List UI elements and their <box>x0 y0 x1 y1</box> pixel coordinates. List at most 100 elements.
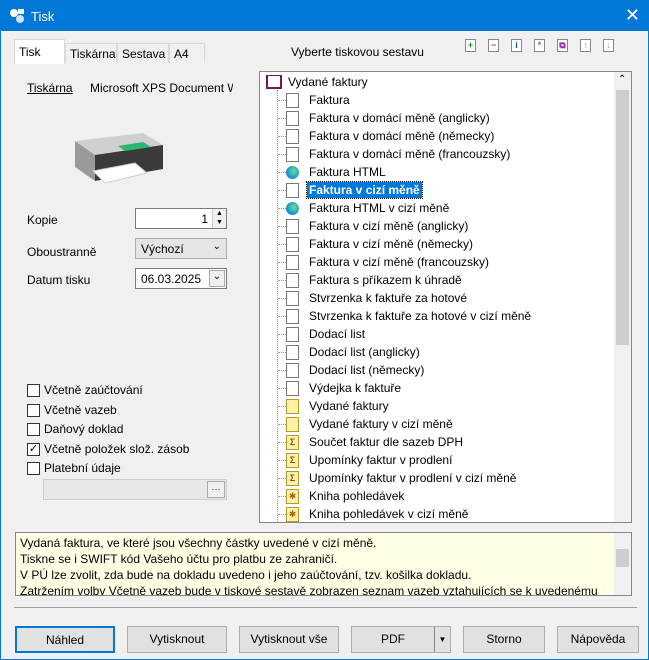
copies-label: Kopie <box>27 213 58 227</box>
printer-link[interactable]: Tiskárna <box>27 81 73 95</box>
print-all-button[interactable]: Vytisknout vše <box>239 626 339 653</box>
checkbox[interactable] <box>27 384 40 397</box>
tree-item[interactable]: Dodací list <box>278 325 367 343</box>
tree-item[interactable]: ✱ Kniha pohledávek <box>278 487 406 505</box>
checkbox[interactable] <box>27 403 40 417</box>
help-button[interactable]: Nápověda <box>557 626 639 653</box>
preview-button[interactable]: Náhled <box>15 626 115 653</box>
document-icon <box>286 182 299 198</box>
description-line: Zatržením volby Včetně vazeb bude v tisk… <box>20 584 598 596</box>
copy-icon[interactable]: ⧉ <box>557 39 568 52</box>
sum-icon: Σ <box>286 470 299 486</box>
print-button[interactable]: Vytisknout <box>127 626 227 653</box>
tree-item[interactable]: Faktura v domácí měně (anglicky) <box>278 109 492 127</box>
date-picker[interactable]: 06.03.2025 ⌄ <box>135 268 227 289</box>
tree-item-label: Faktura v domácí měně (německy) <box>309 129 495 143</box>
scroll-up-icon[interactable]: ⌃ <box>618 74 626 85</box>
copies-value: 1 <box>201 212 208 226</box>
yellow-document-icon <box>286 416 299 432</box>
tree-item[interactable]: Faktura <box>278 91 352 109</box>
tab-sestava[interactable]: Sestava <box>117 43 169 63</box>
scroll-thumb[interactable] <box>616 549 629 567</box>
move-up-icon[interactable]: ↑ <box>580 39 591 52</box>
tree-item[interactable]: Dodací list (německy) <box>278 361 426 379</box>
edge-html-icon <box>286 165 299 179</box>
tree-item[interactable]: Faktura s příkazem k úhradě <box>278 271 464 289</box>
duplex-select[interactable]: Výchozí ⌄ <box>135 238 227 259</box>
tree-item[interactable]: Stvrzenka k faktuře za hotové v cizí měn… <box>278 307 533 325</box>
tree-item[interactable]: Σ Upomínky faktur v prodlení <box>278 451 454 469</box>
tree-item[interactable]: Faktura v domácí měně (francouzsky) <box>278 145 512 163</box>
tree-connector <box>278 370 286 371</box>
tree-item[interactable]: Faktura HTML v cizí měně <box>278 199 451 217</box>
document-icon <box>286 344 299 360</box>
spin-arrows-icon[interactable]: ▲ ▼ <box>212 209 226 228</box>
tree-item[interactable]: Σ Upomínky faktur v prodlení v cizí měně <box>278 469 518 487</box>
tree-connector <box>278 406 286 407</box>
tree-item[interactable]: Faktura v cizí měně (francouzsky) <box>278 253 491 271</box>
document-icon <box>286 92 299 108</box>
tab-a4[interactable]: A4 <box>169 43 205 63</box>
tab-tiskarna[interactable]: Tiskárna <box>65 43 117 63</box>
date-value: 06.03.2025 <box>141 272 202 286</box>
tree-item-label: Faktura <box>309 93 350 107</box>
scroll-thumb[interactable] <box>616 90 629 345</box>
asterisk-icon[interactable]: * <box>534 39 545 52</box>
checkbox[interactable] <box>27 423 40 436</box>
copies-stepper[interactable]: 1 ▲ ▼ <box>135 208 227 229</box>
tree-item[interactable]: Σ Součet faktur dle sazeb DPH <box>278 433 465 451</box>
tree-connector <box>278 244 286 245</box>
tree-item-label: Faktura v cizí měně <box>306 181 423 199</box>
tree-connector <box>278 136 286 137</box>
tree-item[interactable]: Dodací list (anglicky) <box>278 343 422 361</box>
move-down-icon[interactable]: ↓ <box>603 39 614 52</box>
remove-icon[interactable]: − <box>488 39 499 52</box>
info-icon[interactable]: i <box>511 39 522 52</box>
tree-item[interactable]: Vydané faktury <box>278 397 391 415</box>
tree-item[interactable]: Stvrzenka k faktuře za hotové <box>278 289 469 307</box>
tree-scrollbar[interactable]: ⌃ <box>614 72 631 522</box>
tree-item[interactable]: Faktura v cizí měně <box>278 181 423 199</box>
tab-tisk[interactable]: Tisk <box>14 39 65 64</box>
checkbox-label: Včetně položek slož. zásob <box>44 441 190 456</box>
tree-item[interactable]: ✱ Kniha pohledávek v cizí měně <box>278 505 470 522</box>
calendar-dropdown-icon[interactable]: ⌄ <box>209 270 225 287</box>
document-icon <box>286 380 299 396</box>
ellipsis-button[interactable]: ··· <box>207 481 225 498</box>
tree-item-label: Upomínky faktur v prodlení v cizí měně <box>309 471 517 485</box>
asterisk-report-icon: ✱ <box>286 488 299 504</box>
tree-item-label: Vydané faktury <box>309 399 389 413</box>
tree-root-label: Vydané faktury <box>288 75 368 89</box>
description-line: V PÚ lze zvolit, zda bude na dokladu uve… <box>20 568 472 582</box>
tree-item[interactable]: Faktura v cizí měně (německy) <box>278 235 475 253</box>
tree-item-label: Faktura HTML <box>309 165 386 179</box>
document-icon <box>286 326 299 342</box>
close-icon[interactable]: ✕ <box>625 5 640 26</box>
checkbox[interactable] <box>27 462 40 475</box>
separator <box>14 607 637 608</box>
tree-item[interactable]: Výdejka k faktuře <box>278 379 403 397</box>
book-icon <box>266 75 282 89</box>
tree-item[interactable]: Faktura HTML <box>278 163 388 181</box>
pdf-button[interactable]: PDF ▼ <box>351 626 451 653</box>
yellow-document-icon <box>286 398 299 414</box>
tree-item-label: Upomínky faktur v prodlení <box>309 453 453 467</box>
document-icon <box>286 110 299 126</box>
cancel-button[interactable]: Storno <box>463 626 545 653</box>
tree-item-label: Faktura v cizí měně (německy) <box>309 237 474 251</box>
tree-item[interactable]: Vydané faktury v cizí měně <box>278 415 455 433</box>
tree-item-label: Faktura v domácí měně (francouzsky) <box>309 147 511 161</box>
tree-root[interactable]: Vydané faktury <box>266 73 370 91</box>
print-dialog: Tisk ✕ Tisk Tiskárna Sestava A4 Vyberte … <box>0 0 649 660</box>
report-tree[interactable]: Vydané faktury Faktura Faktura v domácí m… <box>259 71 632 523</box>
description-scrollbar[interactable] <box>614 533 631 595</box>
pdf-label: PDF <box>381 632 405 646</box>
tree-item[interactable]: Faktura v cizí měně (anglicky) <box>278 217 470 235</box>
dropdown-arrow-icon[interactable]: ▼ <box>434 627 450 652</box>
checkbox[interactable]: ✓ <box>27 442 40 456</box>
payment-info-field: ··· <box>43 479 227 500</box>
tree-connector <box>278 208 286 209</box>
tree-item[interactable]: Faktura v domácí měně (německy) <box>278 127 496 145</box>
document-icon <box>286 218 299 234</box>
add-icon[interactable]: + <box>465 39 476 52</box>
